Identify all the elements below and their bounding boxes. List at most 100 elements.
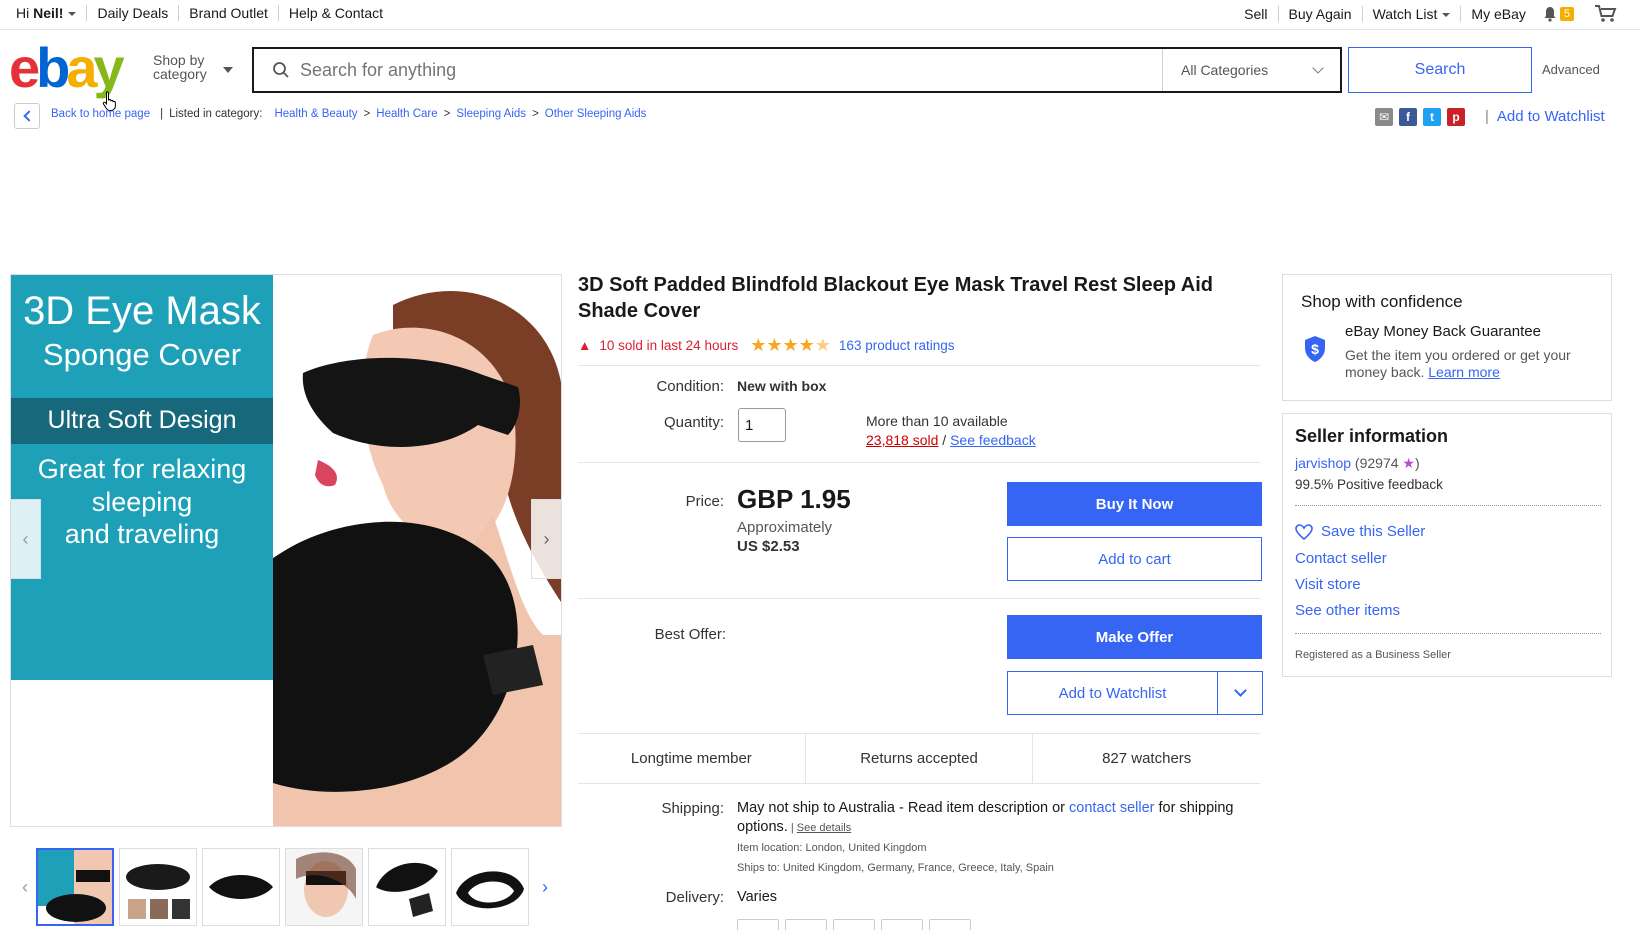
divider [578, 598, 1260, 599]
divider: | [160, 108, 164, 120]
thumbs-prev-arrow[interactable]: ‹ [14, 877, 36, 898]
business-seller-note: Registered as a Business Seller [1295, 649, 1451, 661]
chevron-down-icon [1233, 684, 1247, 697]
category-select[interactable]: All Categories [1162, 49, 1340, 91]
add-to-watchlist-link[interactable]: | Add to Watchlist [1485, 108, 1605, 125]
thumbnail[interactable] [119, 848, 197, 926]
star-icon: ★ [798, 335, 815, 355]
breadcrumb-link[interactable]: Health Care [376, 108, 437, 120]
watchlist-dropdown[interactable] [1218, 672, 1262, 714]
watchlist-split-button: Add to Watchlist [1007, 671, 1263, 715]
shop-by-category[interactable]: Shop by category [153, 53, 207, 81]
price-value: GBP 1.95 [737, 484, 851, 514]
item-highlights: Longtime member Returns accepted 827 wat… [578, 733, 1260, 784]
add-to-watchlist-button[interactable]: Add to Watchlist [1008, 672, 1218, 714]
thumbnail[interactable] [451, 848, 529, 926]
see-feedback-link[interactable]: See feedback [950, 432, 1036, 448]
highlight-watchers: 827 watchers [1102, 750, 1192, 767]
see-details-link[interactable]: See details [797, 822, 851, 834]
discover-icon [929, 919, 971, 930]
main-product-image[interactable]: 3D Eye Mask Sponge Cover Ultra Soft Desi… [10, 274, 562, 827]
quantity-input[interactable]: 1 [738, 408, 786, 442]
save-seller-link[interactable]: Save this Seller [1295, 523, 1425, 540]
seller-score: (92974 [1351, 455, 1403, 471]
my-ebay-link[interactable]: My eBay [1471, 6, 1525, 22]
seller-name-link[interactable]: jarvishop [1295, 455, 1351, 471]
star-rating[interactable]: ★ ★ ★ ★ ★ [750, 336, 831, 354]
search-icon [273, 62, 289, 78]
ebay-logo[interactable]: ebay [9, 40, 125, 96]
thumbnail[interactable] [36, 848, 114, 926]
add-to-cart-button[interactable]: Add to cart [1007, 537, 1262, 581]
watch-list-menu[interactable]: Watch List [1373, 6, 1451, 22]
condition-value: New with box [737, 378, 827, 394]
advanced-search-link[interactable]: Advanced [1542, 62, 1600, 77]
shield-icon: $ [1305, 336, 1325, 362]
brand-outlet-link[interactable]: Brand Outlet [189, 5, 268, 21]
logo-letter: a [66, 36, 97, 99]
caret-down-icon[interactable] [223, 67, 233, 73]
make-offer-button[interactable]: Make Offer [1007, 615, 1262, 659]
image-text: Ultra Soft Design [47, 406, 237, 434]
thumbnail[interactable] [202, 848, 280, 926]
delivery-label: Delivery: [665, 889, 724, 906]
thumbs-next-arrow[interactable]: › [534, 877, 556, 898]
woman-photo [273, 275, 561, 826]
thumbnail-image [376, 863, 438, 917]
approx-price: Approximately US $2.53 [737, 518, 832, 556]
back-to-home-link[interactable]: Back to home page [51, 108, 150, 120]
product-ratings-link[interactable]: 163 product ratings [839, 338, 955, 353]
breadcrumb-link[interactable]: Other Sleeping Aids [545, 108, 647, 120]
buy-it-now-button[interactable]: Buy It Now [1007, 482, 1262, 526]
cart-icon[interactable] [1594, 4, 1618, 24]
condition-label: Condition: [656, 378, 724, 395]
visa-icon [785, 919, 827, 930]
contact-seller-link[interactable]: contact seller [1069, 800, 1154, 816]
bell-icon[interactable] [1542, 6, 1558, 22]
daily-deals-link[interactable]: Daily Deals [97, 5, 168, 21]
shipping-text: May not ship to Australia - Read item de… [737, 800, 1070, 816]
highlight-returns-accepted: Returns accepted [806, 734, 1034, 783]
greeting[interactable]: Hi Neil! [16, 5, 77, 21]
search-button[interactable]: Search [1348, 47, 1532, 93]
mastercard-icon [833, 919, 875, 930]
heart-icon [1295, 523, 1313, 540]
contact-seller-link[interactable]: Contact seller [1295, 550, 1387, 567]
sold-count-link[interactable]: 23,818 sold [866, 432, 938, 448]
star-icon: ★ [766, 335, 783, 355]
email-icon[interactable]: ✉ [1375, 108, 1393, 126]
breadcrumb: Back to home page | Listed in category: … [51, 108, 646, 120]
breadcrumb-link[interactable]: Health & Beauty [274, 108, 357, 120]
fire-icon: ▲ [578, 337, 592, 353]
chevron-left-icon [23, 110, 35, 122]
facebook-icon[interactable]: f [1399, 108, 1417, 126]
search-input[interactable] [300, 50, 1162, 90]
star-icon: ★ [782, 335, 799, 355]
svg-text:$: $ [1311, 341, 1319, 357]
thumbnail-strip: ‹ › [14, 848, 556, 926]
item-title: 3D Soft Padded Blindfold Blackout Eye Ma… [578, 274, 1213, 322]
thumbnail[interactable] [285, 848, 363, 926]
breadcrumb-link[interactable]: Sleeping Aids [456, 108, 526, 120]
visit-store-link[interactable]: Visit store [1295, 576, 1361, 593]
best-offer-label: Best Offer: [654, 626, 726, 643]
save-seller-label: Save this Seller [1321, 523, 1426, 540]
breadcrumb-separator: > [443, 108, 451, 120]
divider [277, 5, 279, 21]
twitter-icon[interactable]: t [1423, 108, 1441, 126]
learn-more-link[interactable]: Learn more [1428, 364, 1500, 380]
sell-link[interactable]: Sell [1244, 6, 1267, 22]
star-icon: ★ [750, 335, 767, 355]
back-button[interactable] [14, 103, 40, 129]
thumbnail[interactable] [368, 848, 446, 926]
prev-image-button[interactable]: ‹ [11, 499, 41, 579]
next-image-button[interactable]: › [531, 499, 561, 579]
pinterest-icon[interactable]: p [1447, 108, 1465, 126]
price-label: Price: [685, 493, 724, 510]
see-other-items-link[interactable]: See other items [1295, 602, 1400, 619]
thumbnail-image [209, 875, 273, 899]
half-star-icon: ★ [814, 335, 831, 355]
caret-down-icon [68, 12, 77, 17]
buy-again-link[interactable]: Buy Again [1289, 6, 1352, 22]
help-contact-link[interactable]: Help & Contact [289, 5, 383, 21]
